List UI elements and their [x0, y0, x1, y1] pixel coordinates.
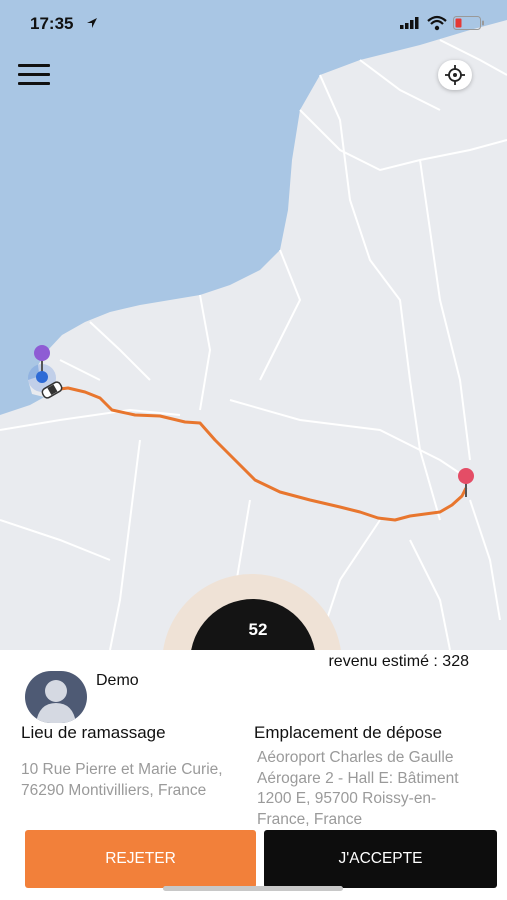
- menu-icon[interactable]: [18, 60, 50, 88]
- avatar: [25, 671, 87, 723]
- avatar-icon: [36, 680, 76, 723]
- reject-button[interactable]: REJETER: [25, 830, 256, 888]
- dropoff-address: Aéoroport Charles de Gaulle Aérogare 2 -…: [257, 749, 459, 828]
- map-canvas[interactable]: [0, 0, 507, 650]
- map-view[interactable]: [0, 0, 507, 650]
- countdown-value: 52: [248, 620, 268, 639]
- pickup-dot: [36, 371, 48, 383]
- accept-button[interactable]: J'ACCEPTE: [264, 830, 497, 888]
- wifi-icon: [427, 15, 447, 31]
- dropoff-pin-icon[interactable]: [458, 468, 474, 484]
- signal-icon: [400, 17, 419, 29]
- navigation-arrow-icon: [87, 18, 97, 28]
- pickup-address: 10 Rue Pierre et Marie Curie, 76290 Mont…: [21, 761, 223, 799]
- passenger-name: Demo: [96, 672, 139, 689]
- dropoff-title: Emplacement de dépose: [254, 723, 443, 742]
- home-indicator[interactable]: [163, 886, 343, 891]
- locate-icon: [445, 65, 465, 85]
- estimated-revenue: revenu estimé : 328: [328, 653, 469, 670]
- status-time: 17:35: [30, 14, 74, 33]
- status-bar: 17:35: [0, 0, 507, 48]
- pickup-title: Lieu de ramassage: [21, 723, 166, 742]
- ride-request-panel: revenu estimé : 328 Demo Lieu de ramassa…: [0, 650, 507, 900]
- battery-icon: [453, 16, 484, 30]
- pickup-pin-icon[interactable]: [34, 345, 50, 361]
- locate-button[interactable]: [438, 60, 472, 90]
